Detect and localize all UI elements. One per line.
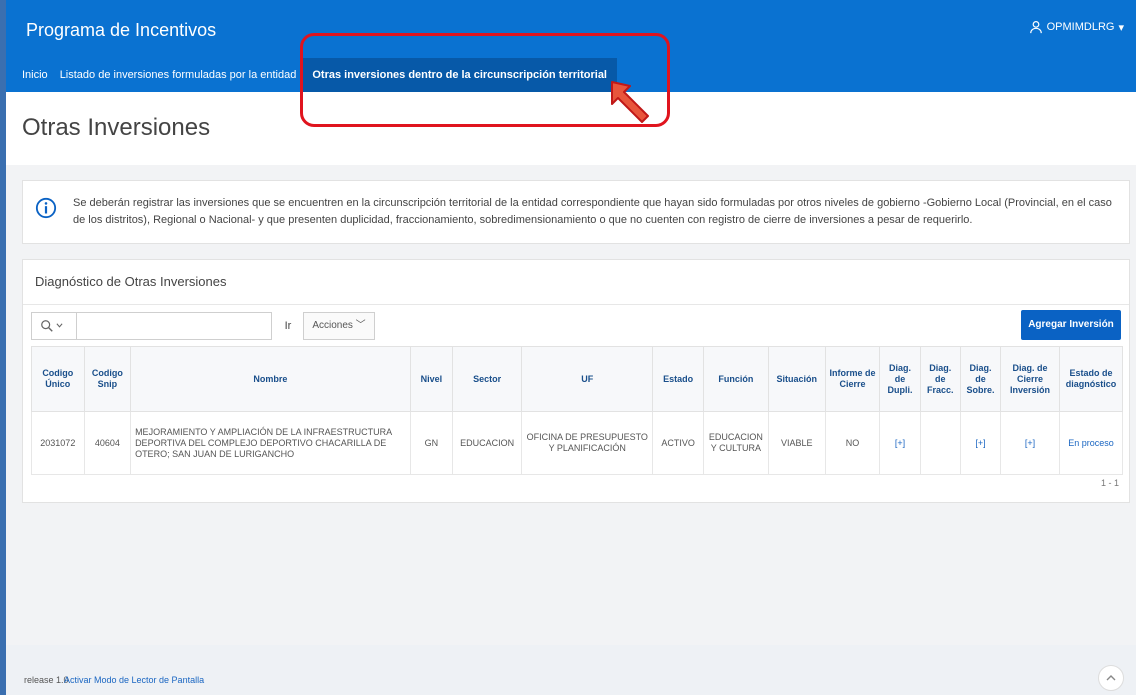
- nav-item-inicio[interactable]: Inicio: [6, 58, 54, 92]
- col-header-funcion[interactable]: Función: [702, 346, 769, 412]
- investments-table: Codigo Único Codigo Snip Nombre Nivel Se…: [31, 346, 1124, 475]
- estado-diagnostico-link[interactable]: En proceso: [1058, 411, 1124, 475]
- col-header-codigo-snip[interactable]: Codigo Snip: [83, 346, 132, 412]
- report-toolbar: Ir Acciones ﹀ Agregar Inversión: [31, 310, 1121, 340]
- search-divider: [76, 313, 77, 339]
- alert-text: Se deberán registrar las inversiones que…: [73, 197, 1112, 226]
- chevron-up-icon: [1106, 675, 1116, 681]
- col-header-codigo-unico[interactable]: Codigo Único: [31, 346, 85, 412]
- user-menu[interactable]: OPMIMDLRG ▾: [1029, 20, 1124, 34]
- cell-situacion: VIABLE: [767, 411, 826, 475]
- cell-nombre: MEJORAMIENTO Y AMPLIACIÓN DE LA INFRAEST…: [130, 411, 411, 475]
- add-investment-button[interactable]: Agregar Inversión: [1021, 310, 1121, 340]
- info-icon: [35, 197, 57, 219]
- pagination-label: 1 - 1: [1100, 478, 1119, 488]
- col-header-informe-cierre[interactable]: Informe de Cierre: [824, 346, 881, 412]
- col-header-nivel[interactable]: Nivel: [409, 346, 454, 412]
- col-header-diag-fracc[interactable]: Diag. de Fracc.: [919, 346, 961, 412]
- col-header-diag-sobre[interactable]: Diag. de Sobre.: [959, 346, 1002, 412]
- col-header-diag-cierre[interactable]: Diag. de Cierre Inversión: [1000, 346, 1060, 412]
- cell-codigo-snip: 40604: [83, 411, 132, 475]
- col-header-sector[interactable]: Sector: [452, 346, 523, 412]
- search-icon[interactable]: [40, 319, 54, 333]
- search-input[interactable]: [31, 312, 272, 340]
- chevron-down-icon: ﹀: [355, 320, 366, 331]
- cell-estado: ACTIVO: [652, 411, 704, 475]
- actions-menu-button[interactable]: Acciones ﹀: [303, 312, 375, 340]
- pointer-arrow-icon: [611, 81, 649, 123]
- page-title: Otras Inversiones: [22, 114, 211, 141]
- cell-funcion: EDUCACION Y CULTURA: [702, 411, 769, 475]
- cell-uf: OFICINA DE PRESUPUESTO Y PLANIFICACIÓN: [521, 411, 654, 475]
- cell-sector: EDUCACION: [452, 411, 523, 475]
- release-label: release 1.0: [24, 675, 69, 685]
- col-header-estado-diagnostico[interactable]: Estado de diagnóstico: [1058, 346, 1124, 412]
- cell-informe-cierre: NO: [824, 411, 881, 475]
- scroll-top-button[interactable]: [1098, 665, 1124, 691]
- cell-codigo-unico: 2031072: [31, 411, 85, 475]
- col-header-nombre[interactable]: Nombre: [130, 346, 411, 412]
- app-title[interactable]: Programa de Incentivos: [26, 20, 216, 41]
- chevron-down-icon[interactable]: [56, 322, 63, 329]
- diag-cierre-link[interactable]: [+]: [1000, 411, 1060, 475]
- info-alert: Se deberán registrar las inversiones que…: [22, 180, 1130, 244]
- col-header-estado[interactable]: Estado: [652, 346, 704, 412]
- col-header-diag-dupli[interactable]: Diag. de Dupli.: [879, 346, 921, 412]
- footer: release 1.0 Activar Modo de Lector de Pa…: [6, 645, 1136, 695]
- col-header-situacion[interactable]: Situación: [767, 346, 826, 412]
- col-header-uf[interactable]: UF: [521, 346, 654, 412]
- nav-item-listado[interactable]: Listado de inversiones formuladas por la…: [54, 58, 303, 92]
- region-divider: [23, 304, 1129, 305]
- go-button[interactable]: Ir: [277, 312, 299, 340]
- diag-dupli-link[interactable]: [+]: [879, 411, 921, 475]
- diag-sobre-link[interactable]: [+]: [959, 411, 1002, 475]
- actions-label: Acciones: [312, 320, 353, 331]
- cell-nivel: GN: [409, 411, 454, 475]
- user-icon: [1029, 20, 1042, 34]
- diagnostico-region: Diagnóstico de Otras Inversiones Ir Acci…: [22, 259, 1130, 503]
- screen-reader-link[interactable]: Activar Modo de Lector de Pantalla: [64, 675, 204, 685]
- user-name: OPMIMDLRG: [1046, 21, 1115, 33]
- cell-diag-fracc: [919, 411, 961, 475]
- caret-down-icon: ▾: [1118, 21, 1124, 34]
- table-header-row: Codigo Único Codigo Snip Nombre Nivel Se…: [31, 346, 1124, 412]
- region-title: Diagnóstico de Otras Inversiones: [35, 274, 227, 289]
- table-row: 2031072 40604 MEJORAMIENTO Y AMPLIACIÓN …: [31, 411, 1124, 475]
